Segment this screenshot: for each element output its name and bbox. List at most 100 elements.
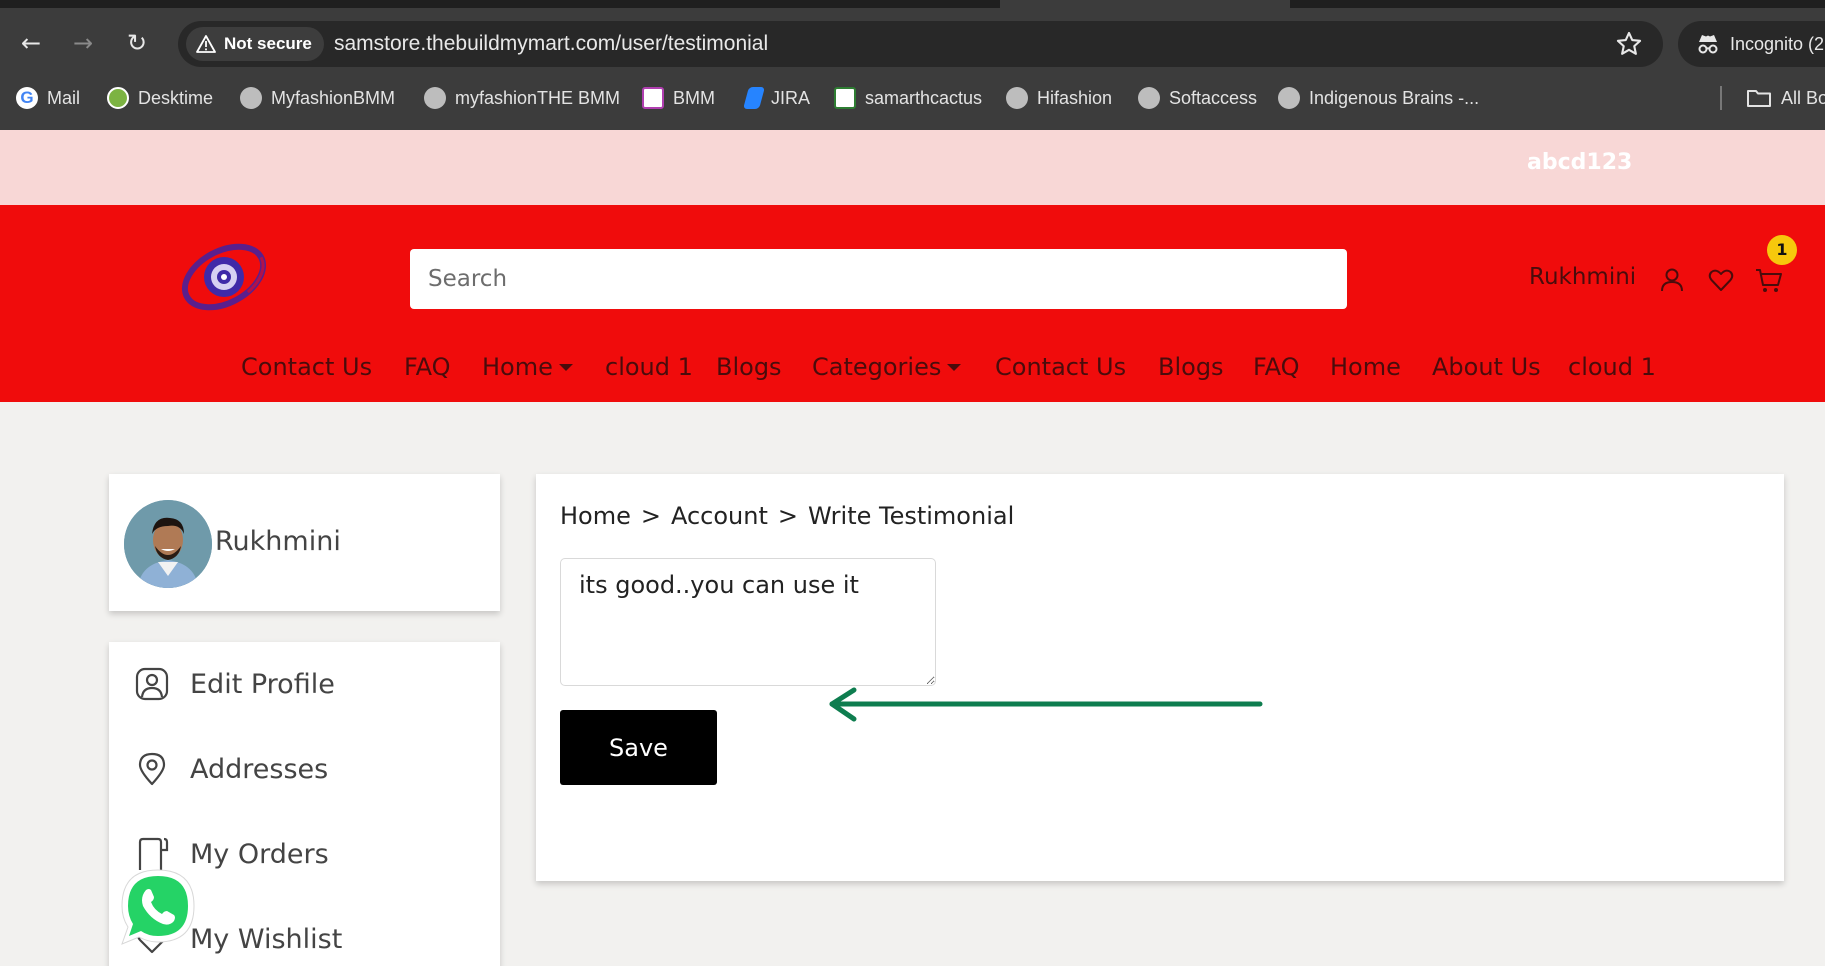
location-pin-icon xyxy=(138,752,166,786)
site-logo[interactable] xyxy=(174,235,274,319)
nav-label: Home xyxy=(1330,353,1401,381)
profile-name: Rukhmini xyxy=(215,526,341,557)
announcement-bar: abcd123 xyxy=(0,130,1825,205)
nav-label: cloud 1 xyxy=(605,353,693,381)
nav-cloud-1-2[interactable]: cloud 1 xyxy=(1568,353,1656,381)
testimonial-textarea[interactable] xyxy=(560,558,936,686)
wishlist-heart-icon[interactable] xyxy=(1706,265,1736,295)
globe-icon xyxy=(1278,87,1300,109)
nav-label: cloud 1 xyxy=(1568,353,1656,381)
desktime-icon xyxy=(107,87,129,109)
folder-icon xyxy=(1747,90,1771,107)
avatar xyxy=(124,500,212,588)
bookmark-samarthcactus[interactable]: samarthcactus xyxy=(834,80,982,116)
cactus-icon xyxy=(834,87,856,109)
menu-edit-profile[interactable]: Edit Profile xyxy=(134,664,335,704)
bookmark-label: BMM xyxy=(673,87,715,108)
bookmark-bmm[interactable]: BMM xyxy=(642,80,715,116)
menu-addresses[interactable]: Addresses xyxy=(134,749,328,789)
nav-blogs-2[interactable]: Blogs xyxy=(1158,353,1224,381)
bookmark-label: samarthcactus xyxy=(865,87,983,108)
bookmark-softaccess[interactable]: Softaccess xyxy=(1138,80,1257,116)
annotation-arrow-icon xyxy=(829,687,1263,722)
bookmark-label: Hifashion xyxy=(1037,87,1113,108)
main-navigation: Contact Us FAQ Home cloud 1 Blogs Catego… xyxy=(0,353,1825,393)
all-bookmarks[interactable]: All Bo xyxy=(1746,80,1825,116)
announcement-text: abcd123 xyxy=(1527,150,1633,175)
bmm-icon xyxy=(642,87,664,109)
bookmark-star-icon[interactable] xyxy=(1615,30,1643,58)
menu-label: Addresses xyxy=(190,753,329,785)
bookmark-label: JIRA xyxy=(771,87,811,108)
bookmark-myfashionbmm[interactable]: MyfashionBMM xyxy=(240,80,395,116)
active-tab-edge[interactable] xyxy=(1000,0,1290,8)
bookmarks-bar: G Mail Desktime MyfashionBMM myfashionTH… xyxy=(0,80,1825,116)
nav-faq-2[interactable]: FAQ xyxy=(1253,353,1300,381)
breadcrumb-separator: > xyxy=(777,502,798,530)
search-input[interactable] xyxy=(410,249,1347,309)
bookmarks-divider xyxy=(1720,86,1722,110)
bookmark-label: Desktime xyxy=(138,87,214,108)
account-icon[interactable] xyxy=(1657,265,1687,295)
breadcrumb-home[interactable]: Home xyxy=(560,502,631,530)
globe-icon xyxy=(1138,87,1160,109)
breadcrumb-separator: > xyxy=(640,502,661,530)
nav-about-us[interactable]: About Us xyxy=(1432,353,1541,381)
bookmark-label: Mail xyxy=(47,87,81,108)
forward-icon[interactable]: → xyxy=(66,26,100,60)
globe-icon xyxy=(240,87,262,109)
jira-icon xyxy=(743,87,765,109)
nav-contact-us[interactable]: Contact Us xyxy=(241,353,372,381)
nav-contact-us-2[interactable]: Contact Us xyxy=(995,353,1126,381)
save-button[interactable]: Save xyxy=(560,710,717,785)
bookmark-label: Indigenous Brains -... xyxy=(1309,87,1480,108)
nav-label: Contact Us xyxy=(241,353,373,381)
warning-icon xyxy=(196,35,216,53)
nav-home[interactable]: Home xyxy=(1330,353,1401,381)
bookmark-desktime[interactable]: Desktime xyxy=(107,80,213,116)
incognito-icon xyxy=(1698,35,1718,54)
browser-toolbar: ← → ↻ Not secure samstore.thebuildmymart… xyxy=(0,18,1825,68)
nav-label: About Us xyxy=(1432,353,1541,381)
reload-icon[interactable]: ↻ xyxy=(120,26,154,60)
url-text[interactable]: samstore.thebuildmymart.com/user/testimo… xyxy=(334,21,768,67)
bookmark-jira[interactable]: JIRA xyxy=(743,80,811,116)
back-icon[interactable]: ← xyxy=(14,26,48,60)
chevron-down-icon xyxy=(947,363,962,371)
cart-count-badge: 1 xyxy=(1767,235,1797,265)
menu-label: My Orders xyxy=(190,838,329,870)
globe-icon xyxy=(1006,87,1028,109)
bookmark-label: MyfashionBMM xyxy=(271,87,396,108)
site-header: Rukhmini 1 Contact Us FAQ Home cloud 1 B… xyxy=(0,205,1825,402)
nav-label: Blogs xyxy=(716,353,782,381)
nav-categories-dropdown[interactable]: Categories xyxy=(812,353,962,381)
incognito-label: Incognito (2 xyxy=(1730,34,1825,54)
incognito-indicator[interactable]: Incognito (2 xyxy=(1678,21,1825,67)
nav-label: FAQ xyxy=(1253,353,1300,381)
bookmark-hifashion[interactable]: Hifashion xyxy=(1006,80,1112,116)
nav-cloud-1[interactable]: cloud 1 xyxy=(605,353,693,381)
google-icon: G xyxy=(16,87,38,109)
bookmark-indigenous-brains[interactable]: Indigenous Brains -... xyxy=(1278,80,1479,116)
nav-home-dropdown[interactable]: Home xyxy=(482,353,573,381)
all-bookmarks-label: All Bo xyxy=(1781,87,1825,108)
user-icon xyxy=(135,667,169,701)
nav-label: Home xyxy=(482,353,553,381)
avatar-image xyxy=(124,500,212,588)
menu-label: Edit Profile xyxy=(190,668,335,700)
security-chip[interactable]: Not secure xyxy=(186,27,324,61)
globe-icon xyxy=(424,87,446,109)
bookmark-myfashion-the-bmm[interactable]: myfashionTHE BMM xyxy=(424,80,620,116)
address-bar[interactable]: Not secure samstore.thebuildmymart.com/u… xyxy=(178,21,1663,67)
nav-label: Blogs xyxy=(1158,353,1224,381)
menu-label: My Wishlist xyxy=(190,923,343,955)
whatsapp-icon[interactable] xyxy=(116,866,200,950)
header-user-name[interactable]: Rukhmini xyxy=(1529,264,1636,290)
nav-faq[interactable]: FAQ xyxy=(404,353,451,381)
cart-icon[interactable] xyxy=(1754,265,1784,295)
nav-label: FAQ xyxy=(404,353,451,381)
nav-blogs[interactable]: Blogs xyxy=(716,353,782,381)
bookmark-mail[interactable]: G Mail xyxy=(16,80,80,116)
breadcrumb-account[interactable]: Account xyxy=(671,502,768,530)
bookmark-label: Softaccess xyxy=(1169,87,1258,108)
